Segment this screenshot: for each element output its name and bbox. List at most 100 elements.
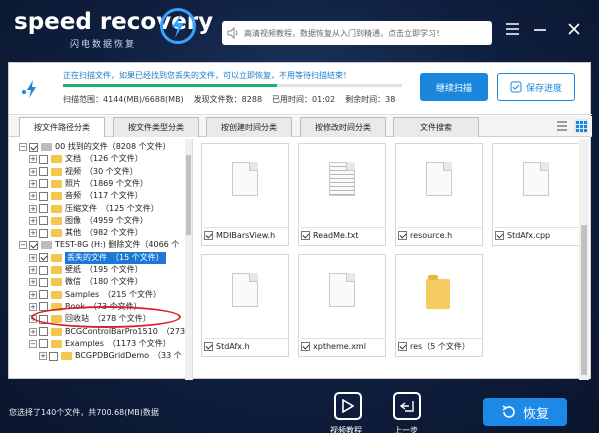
video-tutorial-button[interactable]: [334, 392, 362, 420]
folder-icon: [51, 315, 62, 324]
expand-icon[interactable]: +: [39, 352, 47, 361]
list-view-icon[interactable]: [555, 119, 569, 133]
close-icon[interactable]: [566, 22, 582, 38]
tree-scrollbar[interactable]: [185, 139, 192, 380]
tree-scrollbar-thumb[interactable]: [186, 155, 191, 235]
tree-checkbox[interactable]: [39, 154, 48, 164]
tree-checkbox[interactable]: [39, 339, 48, 349]
tree-checkbox[interactable]: [39, 314, 48, 324]
expand-icon[interactable]: +: [29, 179, 37, 188]
search-bar[interactable]: [222, 21, 492, 45]
grid-scrollbar-thumb[interactable]: [581, 225, 587, 375]
tree-checkbox[interactable]: [39, 327, 48, 336]
tab-by-modified-time[interactable]: 按修改时间分类: [300, 117, 386, 137]
expand-icon[interactable]: +: [29, 167, 37, 176]
file-tile[interactable]: StdAfx.h: [201, 254, 289, 357]
file-tile[interactable]: resource.h: [395, 143, 483, 246]
file-checkbox[interactable]: [301, 231, 310, 240]
menu-icon[interactable]: [504, 22, 520, 38]
file-tile[interactable]: xptheme.xml: [298, 254, 386, 357]
tree-row[interactable]: − 00 找到的文件（8208 个文件）: [19, 141, 171, 153]
expand-icon[interactable]: +: [29, 229, 37, 238]
tree-row[interactable]: + 壁纸 （195 个文件）: [29, 264, 143, 276]
expand-icon[interactable]: +: [29, 216, 37, 225]
tree-row-label: Book （73 个文件）: [65, 301, 142, 311]
tree-checkbox[interactable]: [29, 142, 38, 152]
tree-row[interactable]: + 丢失的文件 （15 个文件）: [29, 251, 166, 264]
tree-row[interactable]: + 图像 （4959 个文件）: [29, 215, 148, 227]
text-file-icon: [329, 162, 355, 196]
tree-row[interactable]: + 其他 （982 个文件）: [29, 227, 143, 239]
tree-row[interactable]: + 微信 （180 个文件）: [29, 276, 143, 288]
tab-by-created-time[interactable]: 按创建时间分类: [206, 117, 292, 137]
expand-icon[interactable]: +: [29, 155, 37, 164]
save-progress-label: 保存进度: [525, 83, 562, 94]
file-tile[interactable]: StdAfx.cpp: [492, 143, 580, 246]
tree-checkbox[interactable]: [39, 179, 48, 189]
recover-button[interactable]: 恢复: [483, 398, 567, 426]
folder-tree: + BCGPDBGridDemo （33 个 − Examples （1173 个文件…: [9, 139, 193, 380]
file-tile[interactable]: res（5 个文件）: [395, 254, 483, 357]
tree-row[interactable]: + BCGControlBarPro1510 （273: [29, 326, 185, 338]
tree-checkbox[interactable]: [29, 240, 38, 250]
grid-view-icon[interactable]: [574, 119, 588, 133]
tree-row[interactable]: + BCGPDBGridDemo （33 个: [39, 350, 182, 362]
folder-icon: [51, 216, 62, 225]
collapse-icon[interactable]: −: [19, 241, 27, 250]
tree-checkbox[interactable]: [39, 216, 48, 226]
minimize-icon[interactable]: [532, 22, 548, 38]
tree-checkbox[interactable]: [39, 228, 48, 238]
expand-icon[interactable]: +: [29, 278, 37, 287]
file-caption: StdAfx.h: [204, 338, 288, 352]
file-checkbox[interactable]: [301, 342, 310, 351]
expand-icon[interactable]: +: [29, 315, 37, 324]
collapse-icon[interactable]: −: [29, 339, 37, 348]
tree-row[interactable]: − Examples （1173 个文件）: [29, 338, 171, 350]
expand-icon[interactable]: +: [29, 327, 37, 336]
tree-checkbox[interactable]: [39, 302, 48, 312]
tree-row[interactable]: + 音频 （117 个文件）: [29, 190, 143, 202]
expand-icon[interactable]: +: [29, 192, 37, 201]
file-checkbox[interactable]: [398, 342, 407, 351]
grid-scrollbar[interactable]: [579, 139, 589, 380]
back-button[interactable]: [393, 392, 421, 420]
expand-icon[interactable]: +: [29, 290, 37, 299]
expand-icon[interactable]: +: [29, 253, 37, 262]
tree-checkbox[interactable]: [39, 191, 48, 201]
tree-row[interactable]: + 文档 （126 个文件）: [29, 153, 143, 165]
tree-row[interactable]: + 照片 （1869 个文件）: [29, 178, 148, 190]
continue-scan-button[interactable]: 继续扫描: [420, 73, 488, 101]
tree-row[interactable]: − TEST-8G (H:) 删除文件（4066 个: [19, 239, 179, 251]
tree-checkbox[interactable]: [39, 277, 48, 287]
tree-row[interactable]: + 视频 （30 个文件）: [29, 166, 138, 178]
main-panel: 正在扫描文件，如果已经找到您丢失的文件，可以立即恢复，不用等待扫描结束！ 扫描范…: [8, 62, 592, 380]
tab-by-type[interactable]: 按文件类型分类: [113, 117, 199, 137]
tab-by-path[interactable]: 按文件路径分类: [19, 117, 105, 137]
tab-file-search[interactable]: 文件搜索: [393, 117, 479, 137]
tree-row[interactable]: + Book （73 个文件）: [29, 301, 142, 313]
tree-checkbox[interactable]: [39, 167, 48, 177]
file-checkbox[interactable]: [398, 231, 407, 240]
file-checkbox[interactable]: [204, 342, 213, 351]
tree-checkbox[interactable]: [39, 290, 48, 300]
tree-row[interactable]: + 回收站 （278 个文件）: [29, 313, 151, 325]
tree-row-label: 回收站 （278 个文件）: [65, 314, 151, 324]
file-caption: xptheme.xml: [301, 338, 385, 352]
file-tile[interactable]: ReadMe.txt: [298, 143, 386, 246]
file-checkbox[interactable]: [495, 231, 504, 240]
expand-icon[interactable]: +: [29, 204, 37, 213]
tree-checkbox[interactable]: [39, 253, 48, 263]
collapse-icon[interactable]: −: [19, 143, 27, 151]
file-tile[interactable]: MDIBarsView.h: [201, 143, 289, 246]
tree-checkbox[interactable]: [39, 265, 48, 275]
tree-row[interactable]: + 压缩文件 （125 个文件）: [29, 203, 159, 215]
expand-icon[interactable]: +: [29, 302, 37, 311]
tree-row[interactable]: + Samples （215 个文件）: [29, 289, 161, 301]
expand-icon[interactable]: +: [29, 266, 37, 274]
tree-checkbox[interactable]: [49, 351, 58, 361]
search-input[interactable]: [244, 28, 484, 38]
scan-stats: 扫描范围：4144(MB)/6688(MB) 发现文件数：8288 已用时间：0…: [63, 94, 395, 105]
file-checkbox[interactable]: [204, 231, 213, 240]
tree-checkbox[interactable]: [39, 204, 48, 213]
save-progress-button[interactable]: 保存进度: [497, 73, 575, 101]
